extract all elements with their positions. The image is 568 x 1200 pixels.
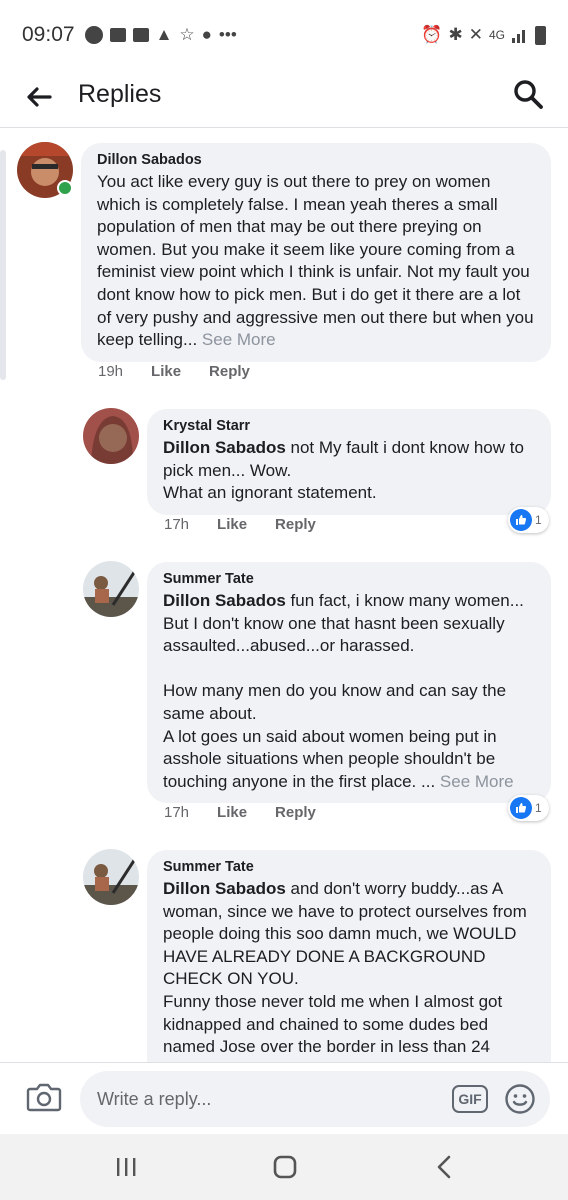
mention-link[interactable]: Dillon Sabados (163, 879, 286, 898)
mention-link[interactable]: Dillon Sabados (163, 438, 286, 457)
like-button[interactable]: Like (151, 363, 181, 380)
app-bar: Replies (0, 70, 568, 128)
online-status-icon (57, 180, 73, 196)
page-title: Replies (78, 80, 162, 108)
comment-author[interactable]: Krystal Starr (163, 418, 535, 434)
like-button[interactable]: Like (217, 804, 247, 821)
home-icon[interactable] (272, 1154, 298, 1180)
comment-bubble[interactable]: Summer Tate Dillon Sabados fun fact, i k… (147, 562, 551, 804)
bluetooth-icon: ✱ (448, 25, 463, 44)
battery-icon (535, 25, 546, 45)
snapchat-icon: ▲ (155, 25, 173, 44)
reaction-count: 1 (535, 801, 542, 815)
comment-time: 17h (164, 804, 190, 821)
reaction-summary[interactable]: 1 (508, 507, 549, 533)
back-arrow-icon[interactable] (24, 82, 54, 112)
comment-time: 19h (98, 363, 124, 380)
avatar[interactable] (83, 408, 139, 464)
comment-author[interactable]: Summer Tate (163, 859, 535, 875)
like-reaction-icon (510, 797, 532, 819)
see-more-link[interactable]: See More (202, 330, 276, 349)
network-label: 4G (488, 28, 505, 42)
camera-icon[interactable] (26, 1081, 62, 1113)
reply-input[interactable] (97, 1083, 427, 1115)
comment-author[interactable]: Summer Tate (163, 571, 535, 587)
status-bar: 09:07 ▲ ☆ ● ••• ⏰ ✱ ✕ 4G (0, 0, 568, 70)
avatar[interactable] (83, 561, 139, 617)
more-notifications-icon: ••• (218, 25, 237, 44)
status-time: 09:07 (22, 23, 75, 46)
signal-icon (512, 30, 525, 43)
app-icon: ● (201, 25, 212, 44)
mute-icon: ✕ (468, 25, 483, 44)
comment-author[interactable]: Dillon Sabados (97, 152, 535, 168)
avatar[interactable] (83, 849, 139, 905)
reaction-summary[interactable]: 1 (508, 795, 549, 821)
comment-actions: 19h Like Reply (98, 363, 250, 380)
comment-text: You act like every guy is out there to p… (97, 172, 534, 350)
emoji-icon[interactable] (504, 1083, 536, 1115)
notification-icons: ▲ ☆ ● ••• (84, 25, 237, 45)
comment-actions: 17h Like Reply (164, 804, 316, 821)
system-icons: ⏰ ✱ ✕ 4G (421, 25, 546, 45)
message-icon (109, 28, 126, 42)
search-icon[interactable] (512, 78, 544, 110)
mention-link[interactable]: Dillon Sabados (163, 591, 286, 610)
alarm-icon: ⏰ (421, 25, 443, 44)
calendar-icon (132, 28, 149, 42)
comment-bubble[interactable]: Krystal Starr Dillon Sabados not My faul… (147, 409, 551, 515)
spotify-icon (84, 26, 103, 44)
reply-composer: GIF (0, 1062, 568, 1134)
like-button[interactable]: Like (217, 516, 247, 533)
comment-text: and don't worry buddy...as A woman, sinc… (163, 879, 527, 1057)
reply-field: GIF (80, 1071, 550, 1127)
comment-time: 17h (164, 516, 190, 533)
reply-button[interactable]: Reply (275, 804, 316, 821)
reaction-count: 1 (535, 513, 542, 527)
recent-apps-icon[interactable] (114, 1156, 138, 1178)
gif-button[interactable]: GIF (452, 1085, 488, 1113)
see-more-link[interactable]: See More (440, 772, 514, 791)
comment-actions: 17h Like Reply (164, 516, 316, 533)
comment-bubble[interactable]: Dillon Sabados You act like every guy is… (81, 143, 551, 362)
star-icon: ☆ (179, 25, 195, 44)
comment-bubble[interactable]: Summer Tate Dillon Sabados and don't wor… (147, 850, 551, 1080)
reply-button[interactable]: Reply (209, 363, 250, 380)
scrollbar[interactable] (0, 150, 6, 380)
system-nav-bar (0, 1134, 568, 1200)
comment-text: fun fact, i know many women... But I don… (163, 591, 524, 791)
back-icon[interactable] (434, 1154, 454, 1180)
reply-button[interactable]: Reply (275, 516, 316, 533)
like-reaction-icon (510, 509, 532, 531)
